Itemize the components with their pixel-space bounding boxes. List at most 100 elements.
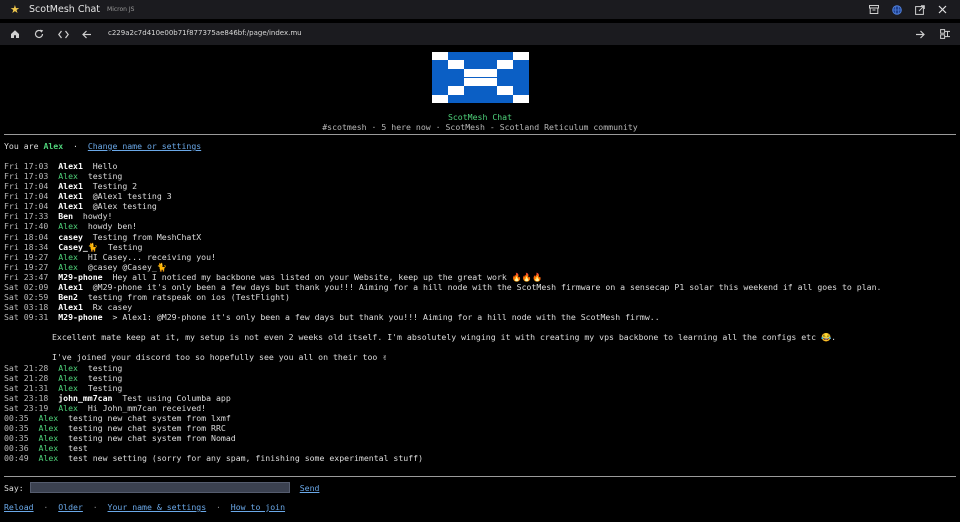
message-row: Fri 19:27 Alex HI Casey... receiving you… [4, 252, 881, 262]
footer-nav: Reload · Older · Your name & settings · … [4, 502, 285, 512]
archive-icon[interactable] [862, 0, 885, 19]
code-icon[interactable] [55, 26, 71, 42]
message-text: Testing 2 [92, 181, 138, 192]
change-settings-link[interactable]: Change name or settings [88, 141, 201, 151]
name-settings-link[interactable]: Your name & settings [108, 502, 207, 512]
user-prefix: You are [4, 141, 44, 151]
message-nick: Alex1 [58, 181, 83, 192]
message-continuation: Excellent mate keep at it, my setup is n… [4, 332, 881, 342]
message-row: Sat 23:18 john_mm7can Test using Columba… [4, 393, 881, 403]
footer-sep: · [33, 502, 59, 512]
message-time: Sat 02:59 [4, 292, 49, 303]
message-time: Fri 17:33 [4, 211, 49, 222]
url-field[interactable]: c229a2c7d410e00b71f877375ae846bf:/page/i… [108, 29, 302, 37]
message-nick: Alex1 [58, 201, 83, 212]
close-icon[interactable] [931, 0, 954, 19]
message-time: Fri 18:04 [4, 231, 49, 242]
window-subtitle: Micron JS [107, 6, 135, 13]
message-nick: Alex [38, 423, 59, 434]
window-titlebar: ★ ScotMesh Chat Micron JS [0, 0, 960, 19]
message-text: I've joined your discord too so hopefull… [52, 352, 388, 363]
message-text: test [68, 443, 88, 454]
message-nick: Alex [38, 453, 59, 464]
message-time: Sat 21:31 [4, 382, 49, 393]
message-row: 00:49 Alex test new setting (sorry for a… [4, 453, 881, 463]
message-nick: Alex [38, 433, 59, 444]
message-text: @M29-phone it's only been a few days but… [92, 281, 882, 292]
message-text: @casey @Casey_🐈 [87, 261, 168, 272]
message-time: 00:49 [4, 453, 29, 464]
user-sep: · [63, 141, 88, 151]
message-input[interactable] [29, 482, 290, 493]
message-row: Sat 02:59 Ben2 testing from ratspeak on … [4, 292, 881, 302]
message-row: Sat 02:09 Alex1 @M29-phone it's only bee… [4, 282, 881, 292]
message-row: Sat 23:19 Alex Hi John_mm7can received! [4, 403, 881, 413]
message-text: Testing from MeshChatX [92, 231, 202, 242]
message-row: Fri 18:04 casey Testing from MeshChatX [4, 232, 881, 242]
message-time: 00:36 [4, 443, 29, 454]
message-row: Sat 21:28 Alex testing [4, 373, 881, 383]
message-text: Testing [107, 241, 143, 252]
message-nick: Alex1 [58, 191, 83, 202]
message-row: Fri 18:34 Casey_🐈 Testing [4, 242, 881, 252]
message-time: Fri 18:34 [4, 241, 49, 252]
message-row: Fri 17:33 Ben howdy! [4, 211, 881, 221]
message-text: HI Casey... receiving you! [87, 251, 216, 262]
message-text: testing from ratspeak on ios (TestFlight… [87, 292, 290, 303]
globe-icon[interactable] [885, 0, 908, 19]
message-time: Fri 23:47 [4, 271, 49, 282]
message-row: Sat 21:28 Alex testing [4, 363, 881, 373]
message-text: test new setting (sorry for any spam, fi… [68, 453, 424, 464]
message-text: Hi John_mm7can received! [87, 402, 207, 413]
layout-icon[interactable] [937, 26, 953, 42]
send-button[interactable]: Send [300, 483, 320, 493]
message-row: 00:35 Alex testing new chat system from … [4, 413, 881, 423]
message-text: > Alex1: @M29-phone it's only been a few… [112, 312, 660, 323]
message-nick: Alex [38, 443, 59, 454]
message-nick: Alex1 [58, 281, 83, 292]
message-time: Sat 09:31 [4, 312, 49, 323]
message-time: Sat 23:19 [4, 402, 49, 413]
external-link-icon[interactable] [908, 0, 931, 19]
how-to-join-link[interactable]: How to join [231, 502, 285, 512]
message-time: Fri 17:03 [4, 161, 49, 171]
message-row: Fri 17:03 Alex testing [4, 171, 881, 181]
user-name: Alex [43, 141, 64, 151]
reload-icon[interactable] [31, 26, 47, 42]
address-bar: c229a2c7d410e00b71f877375ae846bf:/page/i… [0, 23, 960, 45]
message-nick: Alex [58, 382, 78, 393]
message-nick: Alex [58, 221, 78, 232]
page-subtitle: #scotmesh · 5 here now · ScotMesh - Scot… [322, 122, 638, 132]
message-continuation [4, 342, 881, 352]
message-time: 00:35 [4, 423, 29, 434]
message-time: Fri 17:04 [4, 181, 49, 192]
message-row: Sat 21:31 Alex Testing [4, 383, 881, 393]
message-text: Hey all I noticed my backbone was listed… [112, 271, 543, 282]
message-continuation [4, 322, 881, 332]
message-nick: Alex1 [58, 302, 83, 313]
message-nick: Alex [58, 362, 78, 373]
message-nick: M29-phone [58, 271, 103, 282]
message-nick: casey [58, 231, 83, 242]
message-time: Sat 02:09 [4, 281, 49, 292]
message-text: howdy! [82, 211, 113, 222]
message-nick: M29-phone [58, 312, 103, 323]
message-log: Fri 17:03 Alex1 Hello Fri 17:03 Alex test… [4, 161, 881, 463]
footer-sep: · [206, 502, 231, 512]
say-label: Say: [4, 482, 24, 493]
message-nick: john_mm7can [58, 392, 113, 403]
older-link[interactable]: Older [58, 502, 83, 512]
scotland-flag-logo [432, 52, 529, 103]
message-nick: Alex [58, 251, 78, 262]
reload-link[interactable]: Reload [4, 502, 34, 512]
message-text: Rx casey [92, 302, 133, 313]
message-text: Excellent mate keep at it, my setup is n… [52, 332, 837, 343]
footer-sep: · [82, 502, 108, 512]
forward-icon[interactable] [912, 26, 928, 42]
star-icon[interactable]: ★ [10, 4, 20, 15]
back-icon[interactable] [79, 26, 95, 42]
home-icon[interactable] [7, 26, 23, 42]
message-time: Fri 17:04 [4, 201, 49, 212]
composer: Say: Send [4, 482, 319, 493]
message-text: @Alex testing [92, 201, 157, 212]
